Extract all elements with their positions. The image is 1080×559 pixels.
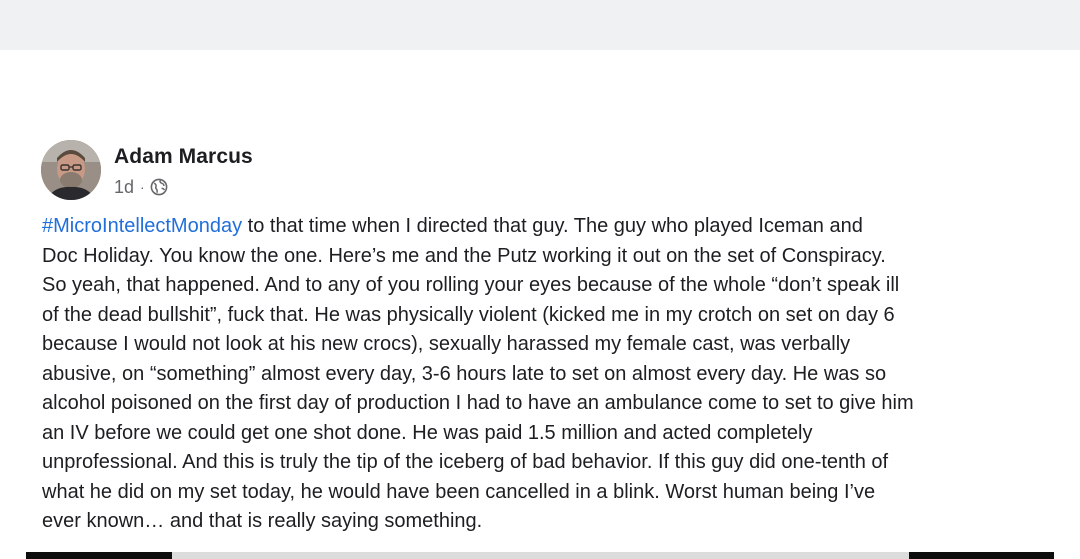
post-line-5: because I would not look at his new croc… xyxy=(42,333,851,355)
post-line-10: what he did on my set today, he would ha… xyxy=(42,480,876,503)
post-line-2: Doc Holiday. You know the one. Here’s me… xyxy=(42,244,886,267)
media-image-top xyxy=(172,552,909,559)
author-name[interactable]: Adam Marcus xyxy=(114,145,253,169)
globe-icon[interactable] xyxy=(150,178,168,196)
post-media-preview[interactable] xyxy=(0,552,1080,559)
post-meta: 1d · xyxy=(114,176,168,198)
post-line-1: #MicroIntellectMonday to that time when … xyxy=(42,212,1052,242)
avatar-photo xyxy=(41,140,101,200)
hashtag-link[interactable]: #MicroIntellectMonday xyxy=(42,215,242,237)
meta-separator: · xyxy=(140,179,145,195)
post-line-7: alcohol poisoned on the first day of pro… xyxy=(42,392,914,414)
avatar[interactable] xyxy=(41,140,101,200)
post-line-4: of the dead bullshit”, fuck that. He was… xyxy=(42,303,895,326)
post-line-6: abusive, on “something” almost every day… xyxy=(42,362,887,385)
post-line-11: ever known… and that is really saying so… xyxy=(42,510,483,532)
post-line-3: So yeah, that happened. And to any of yo… xyxy=(42,274,900,296)
post-line-9: unprofessional. And this is truly the ti… xyxy=(42,451,889,473)
media-edge-right xyxy=(909,552,1054,559)
post-line-1-text: to that time when I directed that guy. T… xyxy=(242,215,863,237)
post-line-8: an IV before we could get one shot done.… xyxy=(42,421,813,444)
top-band xyxy=(0,0,1080,50)
post-body: #MicroIntellectMonday to that time when … xyxy=(42,212,1052,537)
media-edge-left xyxy=(26,552,172,559)
post-timestamp[interactable]: 1d xyxy=(114,177,134,198)
